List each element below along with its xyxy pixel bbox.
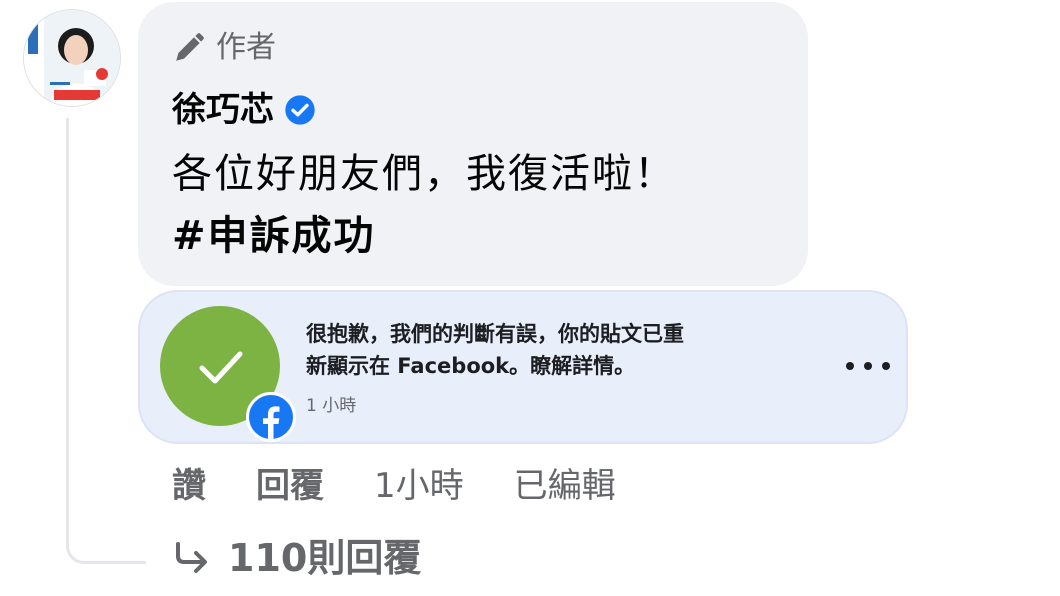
comment-actions: 讚 回覆 1小時 已編輯	[172, 462, 666, 510]
like-button[interactable]: 讚	[172, 462, 206, 510]
notice-icon-group	[160, 306, 296, 442]
verified-badge-icon	[285, 95, 315, 125]
comment-text: 各位好朋友們，我復活啦！	[172, 151, 676, 197]
edited-label[interactable]: 已編輯	[514, 462, 616, 510]
view-replies-link[interactable]: 110則回覆	[172, 532, 421, 584]
hashtag-link[interactable]: #申訴成功	[172, 210, 376, 262]
author-badge-label: 作者	[216, 30, 276, 65]
more-dot	[864, 362, 872, 370]
more-dot	[846, 362, 854, 370]
avatar-image	[24, 10, 120, 106]
comment-timestamp[interactable]: 1小時	[374, 462, 464, 510]
notice-timestamp: 1 小時	[306, 396, 357, 416]
comment-bubble: 作者 徐巧芯 各位好朋友們，我復活啦！ #申訴成功	[138, 2, 808, 286]
replies-count-label: 110則回覆	[228, 536, 422, 580]
reply-button[interactable]: 回覆	[256, 462, 324, 510]
restored-post-notice[interactable]: 很抱歉，我們的判斷有誤，你的貼文已重 新顯示在 Facebook。瞭解詳情。 1…	[138, 290, 908, 444]
author-row: 徐巧芯	[172, 88, 316, 132]
more-options-icon[interactable]	[846, 354, 890, 378]
notice-message-line-1: 很抱歉，我們的判斷有誤，你的貼文已重	[306, 322, 684, 346]
notice-message: 很抱歉，我們的判斷有誤，你的貼文已重 新顯示在 Facebook。瞭解詳情。	[306, 318, 826, 382]
reply-arrow-icon	[176, 542, 207, 573]
more-dot	[882, 362, 890, 370]
thread-connector-line	[66, 118, 146, 564]
notice-message-line-2: 新顯示在 Facebook。瞭解詳情。	[306, 354, 636, 378]
pencil-icon	[176, 33, 204, 61]
author-badge: 作者	[172, 28, 276, 68]
avatar[interactable]	[24, 10, 120, 106]
facebook-logo-icon	[246, 392, 296, 442]
author-name[interactable]: 徐巧芯	[172, 88, 274, 132]
